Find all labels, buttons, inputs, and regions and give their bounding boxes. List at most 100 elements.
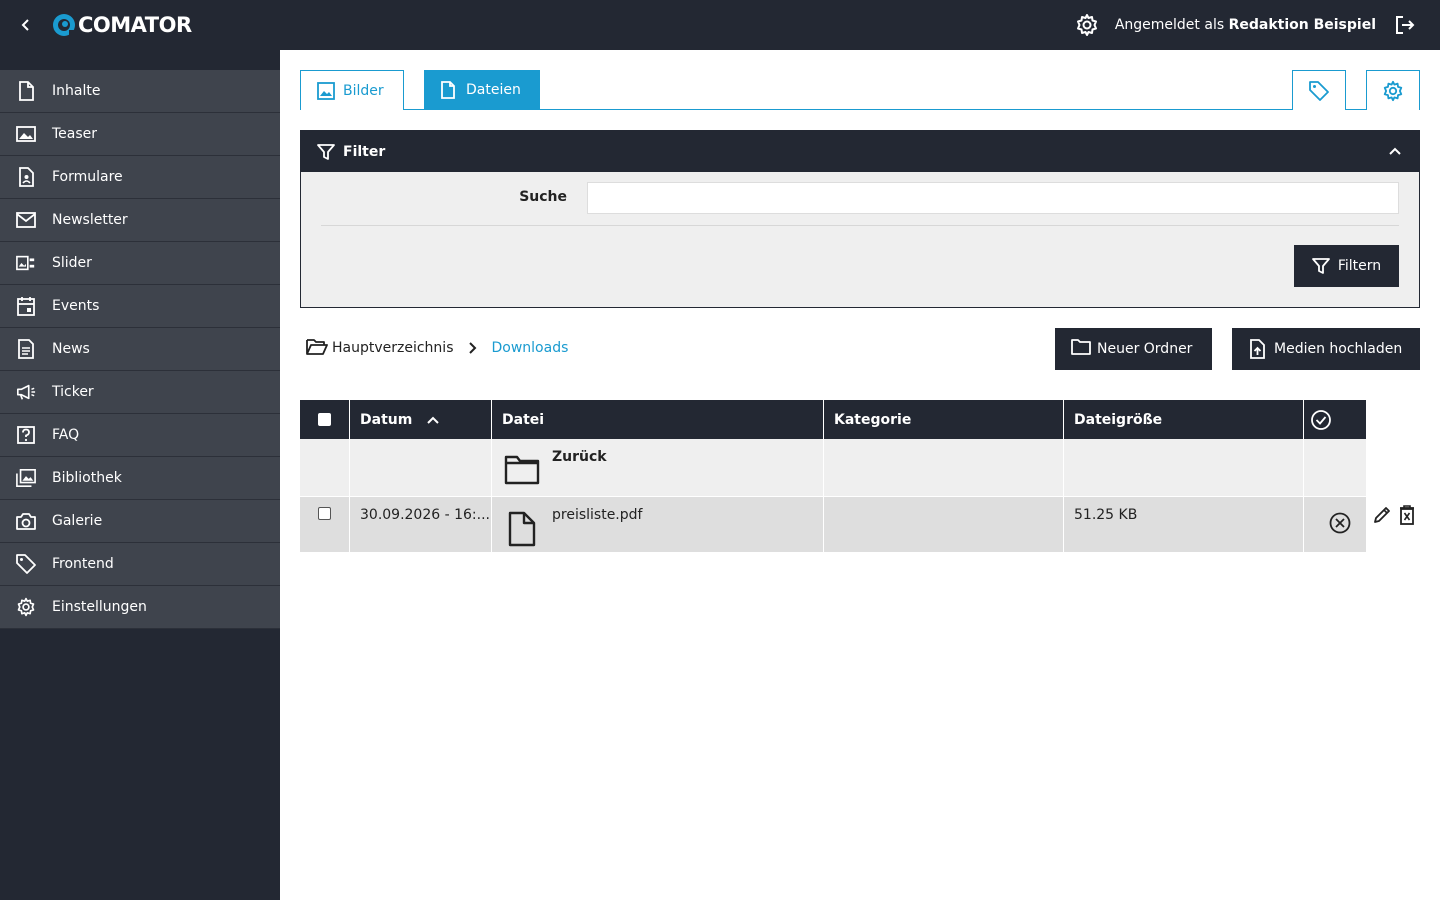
row-checkbox[interactable] <box>318 507 331 520</box>
sidebar-item-label: Inhalte <box>52 83 101 99</box>
folder-icon <box>1071 339 1091 359</box>
megaphone-icon <box>16 382 36 402</box>
logout-icon[interactable] <box>1394 14 1416 36</box>
search-input[interactable] <box>587 182 1399 214</box>
column-label: Datum <box>360 411 413 428</box>
camera-icon <box>16 511 36 531</box>
document-text-icon <box>16 339 36 359</box>
sidebar-item-faq[interactable]: FAQ <box>0 414 280 457</box>
sidebar-item-newsletter[interactable]: Newsletter <box>0 199 280 242</box>
logo-text: COMATOR <box>78 13 192 37</box>
back-label: Zurück <box>552 449 607 465</box>
x-circle-icon[interactable] <box>1328 511 1352 535</box>
folder-icon <box>504 453 540 489</box>
sidebar-item-inhalte[interactable]: Inhalte <box>0 70 280 113</box>
row-actions <box>1372 505 1424 525</box>
sidebar-item-label: FAQ <box>52 427 80 443</box>
tab-bilder[interactable]: Bilder <box>300 70 404 110</box>
sidebar-item-galerie[interactable]: Galerie <box>0 500 280 543</box>
sidebar-item-frontend[interactable]: Frontend <box>0 543 280 586</box>
app-logo[interactable]: COMATOR <box>52 12 192 38</box>
tab-label: Dateien <box>466 82 521 98</box>
new-folder-label: Neuer Ordner <box>1097 341 1193 357</box>
new-folder-button[interactable]: Neuer Ordner <box>1055 328 1212 370</box>
gear-icon <box>1382 80 1404 102</box>
sidebar-item-label: Galerie <box>52 513 103 529</box>
sidebar-item-label: Ticker <box>52 384 94 400</box>
calendar-icon <box>16 296 36 316</box>
mail-icon <box>16 210 36 230</box>
column-dateigroesse[interactable]: Dateigröße <box>1064 400 1304 439</box>
sidebar-item-ticker[interactable]: Ticker <box>0 371 280 414</box>
login-prefix: Angemeldet als <box>1114 17 1225 33</box>
sidebar-item-teaser[interactable]: Teaser <box>0 113 280 156</box>
search-label: Suche <box>519 189 567 205</box>
select-all-checkbox[interactable] <box>318 413 331 426</box>
slider-icon <box>16 253 36 273</box>
sidebar-item-formulare[interactable]: Formulare <box>0 156 280 199</box>
main-content: Bilder Dateien Filter Suche Filtern Haup… <box>280 50 1440 900</box>
table-row[interactable]: 30.09.2026 - 16:... preisliste.pdf 51.25… <box>300 497 1366 553</box>
sidebar-item-label: Formulare <box>52 169 123 185</box>
column-datei[interactable]: Datei <box>492 400 824 439</box>
tab-label: Bilder <box>343 82 384 99</box>
column-datum[interactable]: Datum <box>350 400 492 439</box>
back-chevron-icon[interactable] <box>16 14 36 36</box>
breadcrumb-current[interactable]: Downloads <box>492 340 569 356</box>
sidebar-item-bibliothek[interactable]: Bibliothek <box>0 457 280 500</box>
column-status <box>1304 400 1366 439</box>
library-icon <box>16 468 36 488</box>
edit-pencil-icon[interactable] <box>1372 505 1392 525</box>
file-upload-icon <box>1248 339 1268 359</box>
file-icon <box>440 81 458 99</box>
sidebar-item-label: Newsletter <box>52 212 128 228</box>
funnel-icon <box>1311 257 1330 275</box>
image-icon <box>317 81 335 100</box>
upload-media-button[interactable]: Medien hochladen <box>1232 328 1420 370</box>
sidebar: Inhalte Teaser Formulare Newsletter Slid… <box>0 50 280 900</box>
row-date: 30.09.2026 - 16:... <box>360 507 490 523</box>
sidebar-item-label: News <box>52 341 90 357</box>
login-user: Redaktion Beispiel <box>1228 17 1376 33</box>
sidebar-item-label: Slider <box>52 255 92 271</box>
categories-tag-button[interactable] <box>1292 70 1346 110</box>
filter-button[interactable]: Filtern <box>1294 245 1399 287</box>
column-label: Dateigröße <box>1074 411 1163 428</box>
file-icon <box>504 511 540 547</box>
delete-trash-icon[interactable] <box>1398 505 1418 525</box>
sidebar-item-news[interactable]: News <box>0 328 280 371</box>
folder-open-icon <box>306 338 328 358</box>
row-filesize: 51.25 KB <box>1074 507 1138 523</box>
image-frame-icon <box>16 124 36 144</box>
sort-up-icon[interactable] <box>426 413 440 427</box>
table-header: Datum Datei Kategorie Dateigröße <box>300 400 1366 439</box>
media-settings-button[interactable] <box>1366 70 1420 110</box>
media-tabs: Bilder Dateien <box>300 70 1420 110</box>
question-icon <box>16 425 36 445</box>
divider <box>321 225 1399 226</box>
breadcrumb: Hauptverzeichnis Downloads <box>306 338 568 358</box>
breadcrumb-root[interactable]: Hauptverzeichnis <box>332 340 454 356</box>
gear-icon <box>16 597 36 617</box>
sidebar-item-einstellungen[interactable]: Einstellungen <box>0 586 280 629</box>
column-kategorie[interactable]: Kategorie <box>824 400 1064 439</box>
logo-mark-icon <box>53 14 75 36</box>
tag-icon <box>1309 80 1329 101</box>
sidebar-item-label: Events <box>52 298 100 314</box>
filter-header[interactable]: Filter <box>301 131 1419 172</box>
form-icon <box>16 167 36 187</box>
top-bar: COMATOR Angemeldet als Redaktion Beispie… <box>0 0 1440 50</box>
sidebar-item-label: Einstellungen <box>52 599 147 615</box>
row-filename[interactable]: preisliste.pdf <box>552 507 642 523</box>
sidebar-item-label: Bibliothek <box>52 470 122 486</box>
sidebar-item-events[interactable]: Events <box>0 285 280 328</box>
chevron-up-icon[interactable] <box>1387 143 1403 159</box>
sidebar-item-slider[interactable]: Slider <box>0 242 280 285</box>
sidebar-item-label: Teaser <box>52 126 98 142</box>
chevron-right-icon <box>466 342 478 354</box>
settings-gear-icon[interactable] <box>1075 13 1099 37</box>
tab-dateien[interactable]: Dateien <box>424 70 540 110</box>
filter-title: Filter <box>343 143 386 160</box>
table-row-back[interactable]: Zurück <box>300 439 1366 497</box>
login-status: Angemeldet als Redaktion Beispiel <box>1115 17 1376 33</box>
